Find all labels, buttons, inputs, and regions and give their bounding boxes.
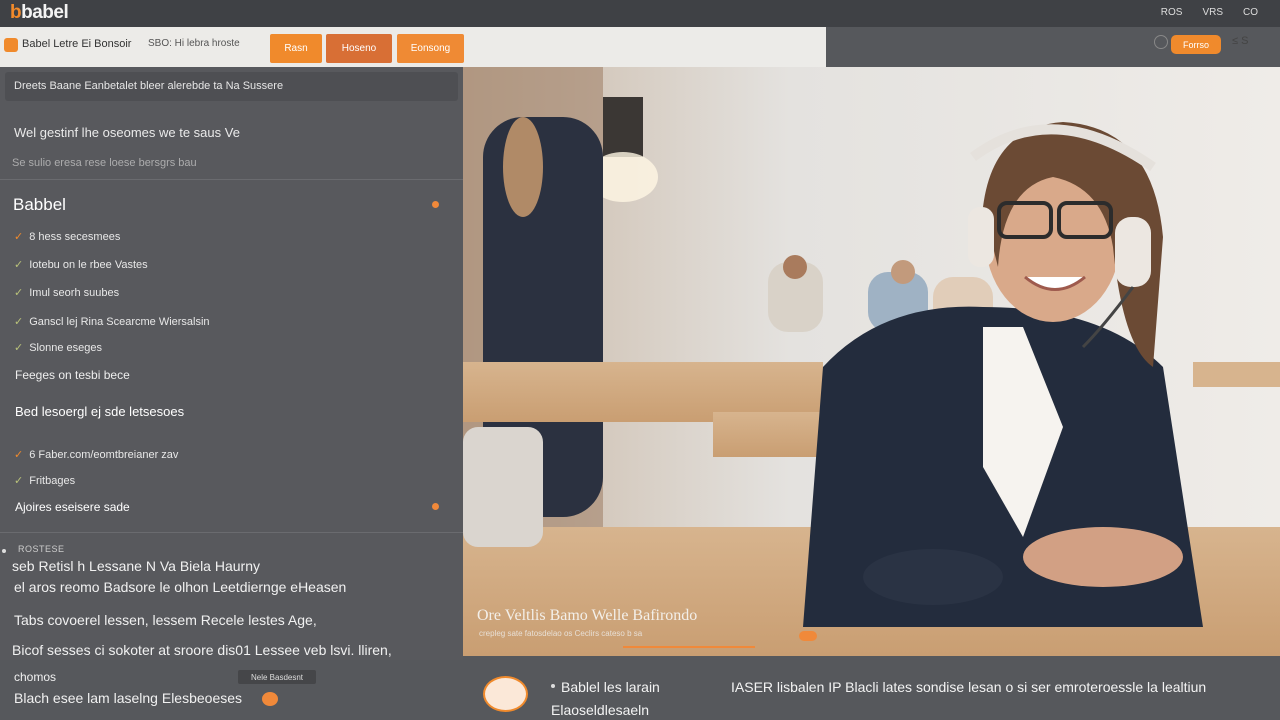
toolbar-subtitle: SBO: Hi lebra hroste (148, 38, 240, 49)
body-line: chomos (14, 670, 57, 684)
check-icon: ✓ (14, 287, 24, 299)
body-line: Blach esee lam laselng Elesbeoeses (14, 690, 243, 706)
feature-item: ✓ Ganscl lej Rina Scearcme Wiersalsin (14, 315, 210, 329)
intro-subtext: Se sulio eresa rese loese bersgrs bau (12, 157, 197, 169)
hero-orange-dot-icon (799, 631, 817, 641)
check-icon: ✓ (14, 449, 24, 461)
orange-dot-icon (262, 692, 278, 706)
subheading: Ajoires eseisere sade (15, 500, 130, 514)
top-nav: ROS VRS CO (1161, 7, 1258, 18)
check-icon: ✓ (14, 475, 24, 487)
feature-item: ✓ Imul seorh suubes (14, 286, 120, 300)
body-line: Bicof sesses ci sokoter at sroore dis01 … (12, 642, 392, 658)
top-link-1[interactable]: ROS (1161, 7, 1183, 18)
orange-marker-icon (432, 201, 439, 208)
subheading: Bed lesoergl ej sde letsesoes (15, 404, 185, 419)
feature-item: ✓ 6 Faber.com/eomtbreianer zav (14, 448, 179, 462)
toolbar-button-2[interactable]: Hoseno (326, 34, 392, 63)
help-icon[interactable] (1154, 35, 1168, 49)
toolbar-button-3[interactable]: Eonsong (397, 34, 464, 63)
avatar[interactable] (483, 676, 528, 712)
bottom-line-1: Bablel les larain (561, 679, 660, 695)
hero-controls-text[interactable]: ≤ S (1232, 35, 1248, 47)
tooltip-badge[interactable]: Nele Basdesnt (238, 670, 316, 684)
hero-subcaption: crepleg sate fatosdelao os Ceclirs cates… (479, 629, 643, 638)
bottom-strip: Bablel les larain Elaoseldlesaeln IASER … (463, 656, 1280, 720)
feature-item: ✓ Slonne eseges (14, 341, 102, 355)
feature-item: ✓ 8 hess secesmees (14, 230, 121, 244)
plain-line: Feeges on tesbi bece (15, 368, 130, 382)
toolbar: Babel Letre Ei Bonsoir SBO: Hi lebra hro… (0, 27, 826, 67)
toolbar-title: Babel Letre Ei Bonsoir (22, 38, 132, 50)
search-text: Dreets Baane Eanbetalet bleer alerebde t… (14, 80, 284, 92)
feature-item: ✓ Iotebu on le rbee Vastes (14, 258, 148, 272)
toolbar-button-1[interactable]: Rasn (270, 34, 322, 63)
small-caption: ROSTESE (18, 544, 65, 554)
hero-progress-line (623, 646, 755, 648)
search-bar[interactable]: Dreets Baane Eanbetalet bleer alerebde t… (5, 72, 458, 101)
bullet-icon (551, 684, 555, 688)
brand-badge-icon (4, 38, 18, 52)
divider (0, 179, 463, 180)
body-line: seb Retisl h Lessane N Va Biela Haurny (12, 558, 260, 574)
hero-action-button[interactable]: Forrso (1171, 35, 1221, 54)
logo[interactable]: bbabel (10, 2, 69, 24)
top-link-3[interactable]: CO (1243, 7, 1258, 18)
bottom-description: IASER lisbalen IP Blacli lates sondise l… (731, 679, 1207, 695)
section-title: Babbel (13, 195, 66, 214)
bottom-line-2: Elaoseldlesaeln (551, 702, 650, 718)
intro-text: Wel gestinf lhe oseomes we te saus Ve (14, 125, 240, 140)
hero-photo-illustration (463, 67, 1280, 656)
body-line: Tabs covoerel lessen, lessem Recele lest… (14, 612, 317, 628)
check-icon: ✓ (14, 316, 24, 328)
divider (0, 532, 463, 533)
top-bar: bbabel ROS VRS CO (0, 0, 1280, 27)
check-icon: ✓ (14, 342, 24, 354)
hero-caption: Ore Veltlis Bamo Welle Bafirondo (477, 607, 698, 624)
bullet-icon (2, 549, 6, 553)
orange-marker-icon (432, 503, 439, 510)
logo-text: babel (21, 2, 69, 23)
check-icon: ✓ (14, 259, 24, 271)
top-link-2[interactable]: VRS (1202, 7, 1223, 18)
body-line: el aros reomo Badsore le olhon Leetdiern… (14, 579, 347, 595)
feature-item: ✓ Fritbages (14, 474, 76, 488)
check-icon: ✓ (14, 231, 24, 243)
hero-image: Ore Veltlis Bamo Welle Bafirondo crepleg… (463, 67, 1280, 656)
